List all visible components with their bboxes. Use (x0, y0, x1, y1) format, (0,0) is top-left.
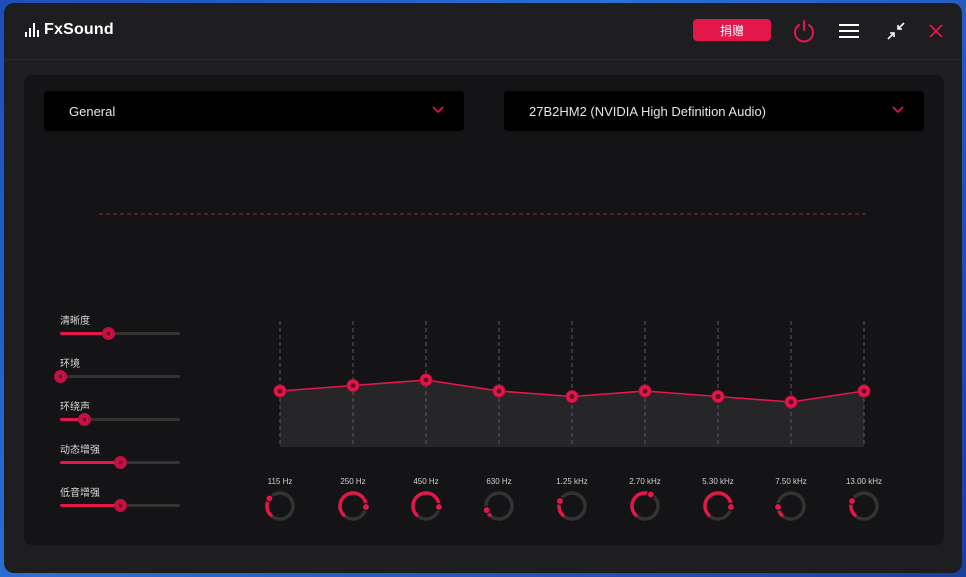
app-name: FxSound (44, 21, 114, 38)
menu-icon[interactable] (835, 17, 863, 45)
eq-band-label: 13.00 kHz (845, 477, 883, 486)
eq-band-label: 630 Hz (486, 477, 512, 486)
eq-band-handle-dot (715, 394, 721, 399)
eq-knob-arc (411, 491, 441, 517)
eq-band-label: 5.30 kHz (702, 477, 734, 486)
eq-band-label: 450 Hz (413, 477, 439, 486)
eq-knob-indicator (726, 502, 735, 512)
eq-band-handle-dot (642, 388, 648, 394)
fxsound-window: FxSound 捐赠 General 27B2HM2 (NVIDIA High … (4, 3, 962, 573)
eq-band-knob[interactable] (336, 489, 370, 523)
eq-band-label: 2.70 kHz (629, 477, 661, 486)
eq-band-handle-dot (423, 377, 429, 383)
eq-band-handle-dot (861, 388, 867, 394)
eq-knob-indicator (847, 496, 857, 506)
eq-band-handle-dot (788, 399, 794, 405)
eq-band-knob[interactable] (701, 489, 735, 523)
power-icon[interactable] (790, 17, 818, 45)
eq-knob-indicator (646, 490, 656, 499)
eq-band-handle-dot (350, 383, 356, 388)
equalizer-graph (99, 213, 871, 447)
eq-knob-indicator (265, 494, 274, 503)
eq-knob-arc (703, 491, 733, 517)
eq-band-knob[interactable] (774, 489, 808, 523)
eq-knob-indicator (434, 502, 443, 512)
eq-band-handle-dot (569, 394, 575, 399)
eq-band-knob[interactable] (409, 489, 443, 523)
eq-knob-indicator (774, 502, 783, 512)
eq-band-knob[interactable] (847, 489, 881, 523)
logo-bars-icon (25, 23, 39, 37)
eq-band-knob[interactable] (555, 489, 589, 523)
minimize-icon[interactable] (882, 17, 910, 45)
eq-band-label: 1.25 kHz (556, 477, 588, 486)
eq-band-knob[interactable] (482, 489, 516, 523)
eq-knob-indicator (555, 496, 565, 506)
eq-band-knob[interactable] (628, 489, 662, 523)
titlebar: FxSound 捐赠 (4, 3, 962, 59)
eq-knob-indicator (361, 502, 370, 512)
donate-button[interactable]: 捐赠 (693, 19, 771, 41)
eq-band-handle-dot (496, 388, 502, 394)
eq-band-handle-dot (277, 388, 283, 394)
eq-band-label: 115 Hz (267, 477, 293, 486)
eq-band-knob[interactable] (263, 489, 297, 523)
app-logo: FxSound (25, 21, 114, 39)
eq-knob-indicator (482, 505, 491, 515)
eq-band-label: 250 Hz (340, 477, 366, 486)
titlebar-divider (4, 59, 962, 60)
close-icon[interactable] (922, 17, 950, 45)
eq-knob-arc (338, 491, 368, 517)
main-panel: General 27B2HM2 (NVIDIA High Definition … (24, 75, 944, 545)
eq-band-label: 7.50 kHz (775, 477, 807, 486)
